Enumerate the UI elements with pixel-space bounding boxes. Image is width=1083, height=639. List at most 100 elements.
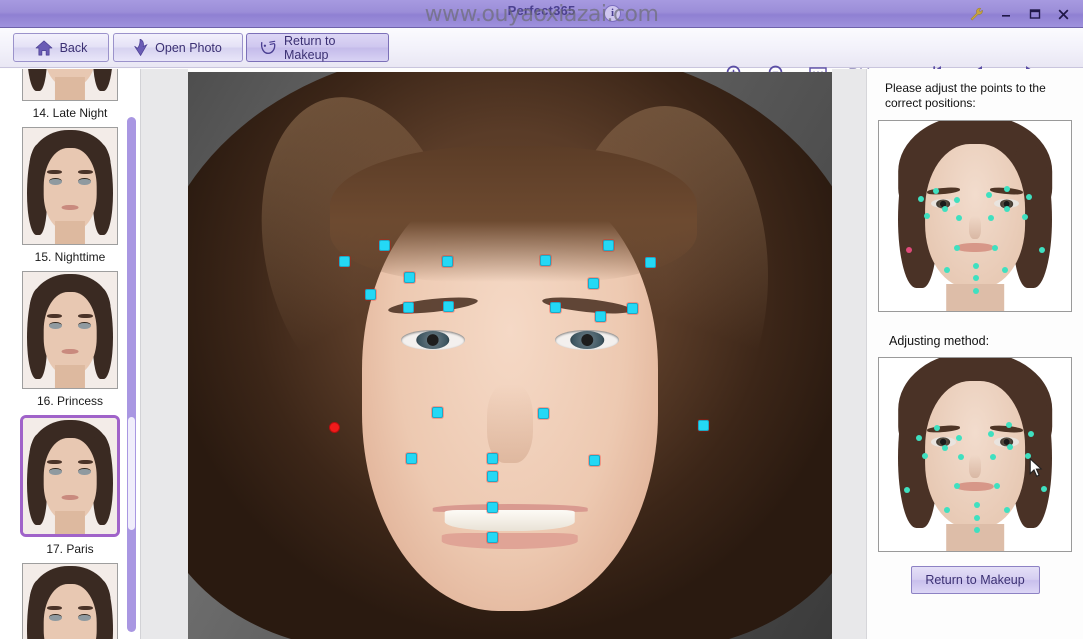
reference-landmark-point — [1002, 267, 1008, 273]
sidebar-scrollbar-thumb[interactable] — [128, 417, 135, 530]
landmark-point[interactable] — [486, 452, 498, 464]
mouse-cursor-icon — [1029, 458, 1043, 477]
edited-photo — [188, 72, 832, 639]
landmark-point[interactable] — [644, 256, 656, 268]
look-label: 15. Nighttime — [34, 250, 106, 264]
maximize-button[interactable] — [1021, 3, 1048, 25]
minimize-icon — [1001, 15, 1010, 17]
mini-face-illustration — [23, 69, 117, 100]
list-item-selected[interactable]: 17. Paris — [0, 415, 140, 563]
landmark-point[interactable] — [602, 239, 614, 251]
reference-landmark-point — [986, 192, 992, 198]
app-window: Perfect365 i www.ouyaoxiazai.com Back Op… — [0, 0, 1083, 639]
reference-landmark-point — [1004, 186, 1010, 192]
landmark-point[interactable] — [549, 301, 561, 313]
reference-landmark-point — [958, 454, 964, 460]
landmark-point[interactable] — [486, 501, 498, 513]
instant-look-sidebar: Instant Look 14. Late Night — [0, 69, 140, 639]
return-button-wrap: Return to Makeup — [867, 566, 1083, 594]
sidebar-scrollbar[interactable] — [127, 117, 136, 632]
reference-landmark-point — [954, 197, 960, 203]
info-icon[interactable]: i — [604, 5, 621, 22]
landmark-point[interactable] — [441, 255, 453, 267]
landmark-point[interactable] — [588, 454, 600, 466]
open-photo-label: Open Photo — [155, 40, 222, 55]
reference-landmark-point — [1026, 194, 1032, 200]
landmark-point[interactable] — [403, 271, 415, 283]
reference-landmark-point — [956, 435, 962, 441]
list-item[interactable]: 18. Velvet — [0, 563, 140, 639]
reference-landmark-point — [1022, 214, 1028, 220]
list-item[interactable]: 16. Princess — [0, 271, 140, 415]
face-makeup-icon — [259, 40, 277, 56]
reference-landmark-point — [1006, 422, 1012, 428]
landmark-point[interactable] — [338, 255, 350, 267]
reference-landmark-point — [904, 487, 910, 493]
landmark-point[interactable] — [405, 452, 417, 464]
return-to-makeup-button[interactable]: Return to Makeup — [910, 566, 1040, 594]
reference-landmark-point — [1007, 444, 1013, 450]
reference-landmark-point — [1004, 507, 1010, 513]
reference-landmark-point — [924, 213, 930, 219]
landmark-point[interactable] — [486, 470, 498, 482]
minimize-button[interactable] — [992, 3, 1019, 25]
canvas-separator — [832, 69, 866, 639]
reference-landmark-point — [1004, 206, 1010, 212]
open-photo-button[interactable]: Open Photo — [113, 33, 243, 62]
reference-landmark-point — [954, 245, 960, 251]
landmark-point[interactable] — [587, 277, 599, 289]
reference-landmark-point — [1039, 247, 1045, 253]
mini-face-illustration — [23, 564, 117, 639]
method-image-frame[interactable] — [878, 357, 1072, 552]
reference-landmark-point — [933, 188, 939, 194]
landmark-point[interactable] — [697, 419, 709, 431]
landmark-point-active[interactable] — [328, 421, 340, 433]
reference-landmark-point — [973, 263, 979, 269]
landmark-point[interactable] — [537, 407, 549, 419]
app-title: Perfect365 — [507, 3, 576, 18]
return-to-makeup-toolbar-button[interactable]: Return to Makeup — [246, 33, 389, 62]
landmark-point[interactable] — [364, 288, 376, 300]
mini-face-illustration — [23, 418, 117, 534]
close-button[interactable] — [1050, 3, 1077, 25]
instant-look-list: 14. Late Night 15. Nighttime 16. Princes… — [0, 69, 140, 639]
reference-landmark-point — [922, 453, 928, 459]
reference-landmark-point — [916, 435, 922, 441]
reference-landmark-point — [974, 515, 980, 521]
look-thumbnail — [22, 271, 118, 389]
reference-face — [879, 121, 1071, 311]
reference-landmark-point — [906, 247, 912, 253]
method-face — [879, 358, 1071, 551]
landmark-point[interactable] — [402, 301, 414, 313]
back-button[interactable]: Back — [13, 33, 109, 62]
reference-landmark-point — [942, 206, 948, 212]
toolbar: Back Open Photo Return to Makeup — [0, 28, 1083, 84]
landmark-point[interactable] — [594, 310, 606, 322]
landmark-point[interactable] — [442, 300, 454, 312]
settings-wrench-icon[interactable] — [963, 3, 990, 25]
landmark-point[interactable] — [378, 239, 390, 251]
landmark-point[interactable] — [431, 406, 443, 418]
list-item[interactable]: 14. Late Night — [0, 69, 140, 127]
reference-landmark-point — [956, 215, 962, 221]
landmark-point[interactable] — [486, 531, 498, 543]
back-label: Back — [59, 40, 88, 55]
reference-landmark-point — [954, 483, 960, 489]
reference-image-frame[interactable] — [878, 120, 1072, 312]
reference-landmark-point — [944, 507, 950, 513]
instruction-text: Please adjust the points to the correct … — [885, 81, 1046, 110]
return-to-makeup-toolbar-label: Return to Makeup — [284, 33, 336, 62]
reference-landmark-point — [974, 502, 980, 508]
download-arrow-icon — [134, 39, 148, 56]
mini-face-illustration — [23, 128, 117, 244]
list-item[interactable]: 15. Nighttime — [0, 127, 140, 271]
look-label: 17. Paris — [46, 542, 94, 556]
reference-landmark-point — [973, 288, 979, 294]
landmark-point[interactable] — [626, 302, 638, 314]
maximize-icon — [1029, 9, 1040, 19]
look-label: 14. Late Night — [32, 106, 108, 120]
photo-canvas[interactable] — [188, 72, 832, 639]
reference-landmark-point — [944, 267, 950, 273]
reference-landmark-point — [994, 483, 1000, 489]
landmark-point[interactable] — [539, 254, 551, 266]
